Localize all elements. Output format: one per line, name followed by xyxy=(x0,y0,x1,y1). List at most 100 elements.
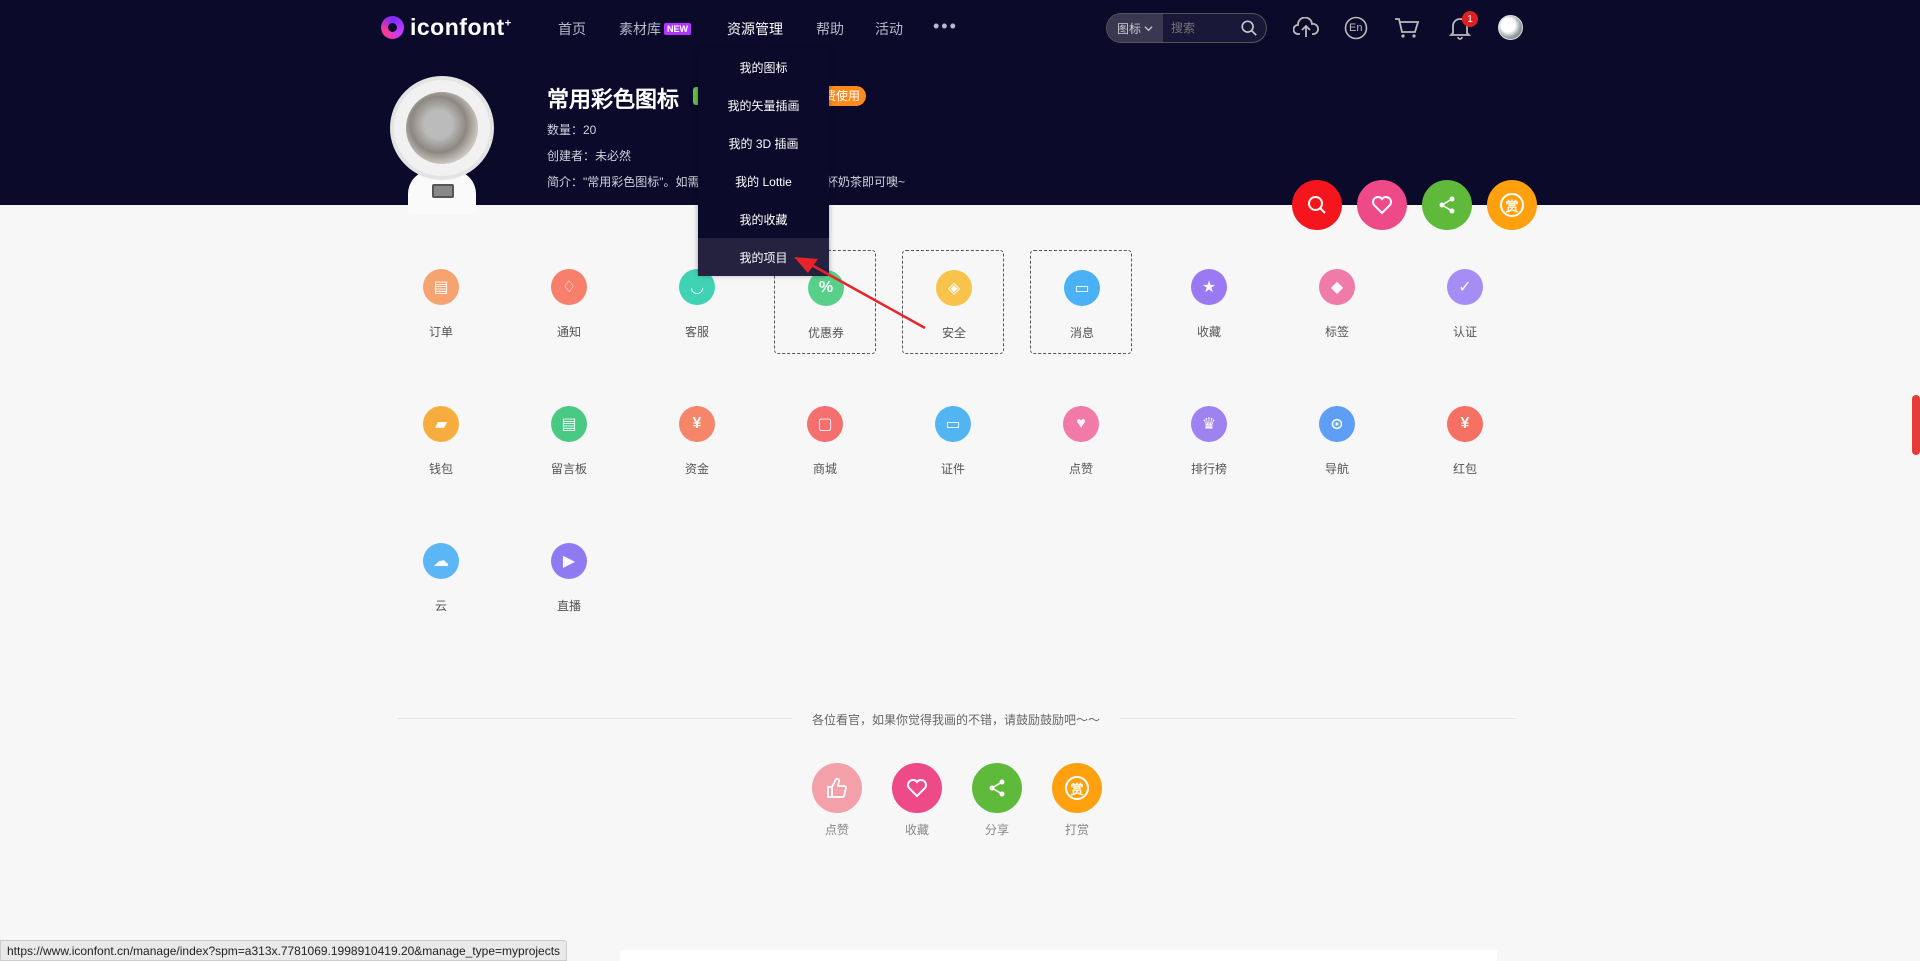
nav-resources[interactable]: 资源管理 xyxy=(727,19,783,39)
icon-glyph: ☁ xyxy=(433,553,449,570)
chevron-down-icon xyxy=(1144,25,1153,31)
top-navbar: iconfont+ 首页 素材库NEW 资源管理 帮助 活动 ••• 图标 En… xyxy=(0,0,1920,56)
divider-right xyxy=(1120,718,1516,719)
icon-thumbnail: ♢ xyxy=(551,269,587,305)
status-bar-url: https://www.iconfont.cn/manage/index?spm… xyxy=(0,940,568,961)
share-button[interactable] xyxy=(972,763,1022,813)
favorite-fab[interactable] xyxy=(1357,180,1407,230)
reward-fab[interactable]: 赏 xyxy=(1487,180,1537,230)
menu-my-3d-illustrations[interactable]: 我的 3D 插画 xyxy=(698,124,829,162)
nav-help[interactable]: 帮助 xyxy=(816,19,844,39)
icon-card[interactable]: ✓ 认证 xyxy=(1414,250,1516,354)
icon-glyph: ⊙ xyxy=(1330,416,1344,433)
icon-thumbnail: ⊙ xyxy=(1319,406,1355,442)
search-fab[interactable] xyxy=(1292,180,1342,230)
icon-card[interactable]: ▭ 证件 xyxy=(902,387,1004,491)
icon-thumbnail: ▭ xyxy=(1064,270,1100,306)
logo[interactable]: iconfont+ xyxy=(381,14,512,41)
reward-button[interactable]: 赏 xyxy=(1052,763,1102,813)
icon-card[interactable]: ★ 收藏 xyxy=(1158,250,1260,354)
icon-card[interactable]: ▭ 消息 xyxy=(1030,250,1132,354)
icon-card[interactable]: ▢ 商城 xyxy=(774,387,876,491)
icon-thumbnail: ☁ xyxy=(423,543,459,579)
icon-card[interactable]: ♢ 通知 xyxy=(518,250,620,354)
icon-card[interactable]: ◆ 标签 xyxy=(1286,250,1388,354)
icon-thumbnail: ▤ xyxy=(423,269,459,305)
icon-glyph: ✓ xyxy=(1458,279,1472,296)
nav-home[interactable]: 首页 xyxy=(558,19,586,39)
icon-card[interactable]: ¥ 红包 xyxy=(1414,387,1516,491)
iconfont-logo-icon xyxy=(381,16,404,39)
new-badge: NEW xyxy=(664,23,691,35)
icon-card[interactable]: ▶ 直播 xyxy=(518,524,620,628)
heart-icon xyxy=(1372,196,1392,215)
search-input[interactable] xyxy=(1171,21,1241,35)
icon-label: 排行榜 xyxy=(1190,462,1227,476)
icon-thumbnail: ★ xyxy=(1191,269,1227,305)
search-type-select[interactable]: 图标 xyxy=(1107,14,1163,42)
menu-my-lottie[interactable]: 我的 Lottie xyxy=(698,162,829,200)
icon-glyph: ◆ xyxy=(1330,279,1344,296)
resources-dropdown-menu: 我的图标 我的矢量插画 我的 3D 插画 我的 Lottie 我的收藏 我的项目 xyxy=(698,42,829,276)
icon-card[interactable]: ♛ 排行榜 xyxy=(1158,387,1260,491)
divider-left xyxy=(397,718,792,719)
logo-plus: + xyxy=(504,17,512,30)
icon-label: 标签 xyxy=(1324,325,1349,339)
icon-label: 直播 xyxy=(556,599,581,613)
icon-label: 证件 xyxy=(940,462,965,476)
icon-card[interactable]: ▤ 订单 xyxy=(390,250,492,354)
icon-label: 消息 xyxy=(1069,326,1094,340)
icon-thumbnail: ◈ xyxy=(936,270,972,306)
reward-icon: 赏 xyxy=(1500,193,1524,217)
upload-icon[interactable] xyxy=(1292,14,1320,42)
icon-glyph: ♢ xyxy=(561,279,577,296)
icon-glyph: ♛ xyxy=(1201,416,1217,433)
favorite-button[interactable] xyxy=(892,763,942,813)
nav-more-icon[interactable]: ••• xyxy=(933,16,958,37)
icon-thumbnail: ▶ xyxy=(551,543,587,579)
icon-thumbnail: ▰ xyxy=(423,406,459,442)
menu-my-icons[interactable]: 我的图标 xyxy=(698,48,829,86)
search-icon[interactable] xyxy=(1240,19,1258,37)
icon-card[interactable]: ▤ 留言板 xyxy=(518,387,620,491)
menu-my-illustrations[interactable]: 我的矢量插画 xyxy=(698,86,829,124)
astronaut-helmet xyxy=(390,76,494,180)
heart-icon xyxy=(907,779,927,798)
nav-materials[interactable]: 素材库 NEW xyxy=(619,19,691,39)
cart-icon[interactable] xyxy=(1393,14,1421,42)
favorite-label: 收藏 xyxy=(904,823,929,837)
user-avatar[interactable] xyxy=(1498,15,1523,40)
icon-label: 云 xyxy=(434,599,447,613)
icon-glyph: ◡ xyxy=(690,279,704,296)
scrollbar-thumb[interactable] xyxy=(1912,395,1920,455)
icon-card[interactable]: ▰ 钱包 xyxy=(390,387,492,491)
icon-card[interactable]: ☁ 云 xyxy=(390,524,492,628)
icon-thumbnail: ◆ xyxy=(1319,269,1355,305)
reward-icon: 赏 xyxy=(1065,776,1089,800)
icon-card[interactable]: ♥ 点赞 xyxy=(1030,387,1132,491)
like-button[interactable] xyxy=(812,763,862,813)
icon-label: 钱包 xyxy=(428,462,453,476)
notification-count-badge: 1 xyxy=(1462,11,1478,27)
icon-thumbnail: ✓ xyxy=(1447,269,1483,305)
icon-count: 数量：20 xyxy=(547,123,597,137)
icon-label: 订单 xyxy=(428,325,453,339)
icon-glyph: ▤ xyxy=(561,416,577,433)
icon-label: 认证 xyxy=(1452,325,1477,339)
icon-card[interactable]: ⊙ 导航 xyxy=(1286,387,1388,491)
menu-my-favorites[interactable]: 我的收藏 xyxy=(698,200,829,238)
icon-label: 收藏 xyxy=(1196,325,1221,339)
icon-glyph: ★ xyxy=(1201,279,1217,296)
icon-glyph: ¥ xyxy=(692,415,702,432)
nav-activity[interactable]: 活动 xyxy=(875,19,903,39)
like-label: 点赞 xyxy=(824,823,849,837)
collection-avatar xyxy=(390,76,494,215)
icon-card[interactable]: ¥ 资金 xyxy=(646,387,748,491)
icon-glyph: ▭ xyxy=(945,416,961,433)
share-fab[interactable] xyxy=(1422,180,1472,230)
icon-glyph: ▢ xyxy=(817,416,833,433)
icon-label: 留言板 xyxy=(550,462,587,476)
content-strip xyxy=(620,950,1497,961)
icon-glyph: ◈ xyxy=(947,280,961,297)
language-icon[interactable]: En xyxy=(1342,14,1370,42)
